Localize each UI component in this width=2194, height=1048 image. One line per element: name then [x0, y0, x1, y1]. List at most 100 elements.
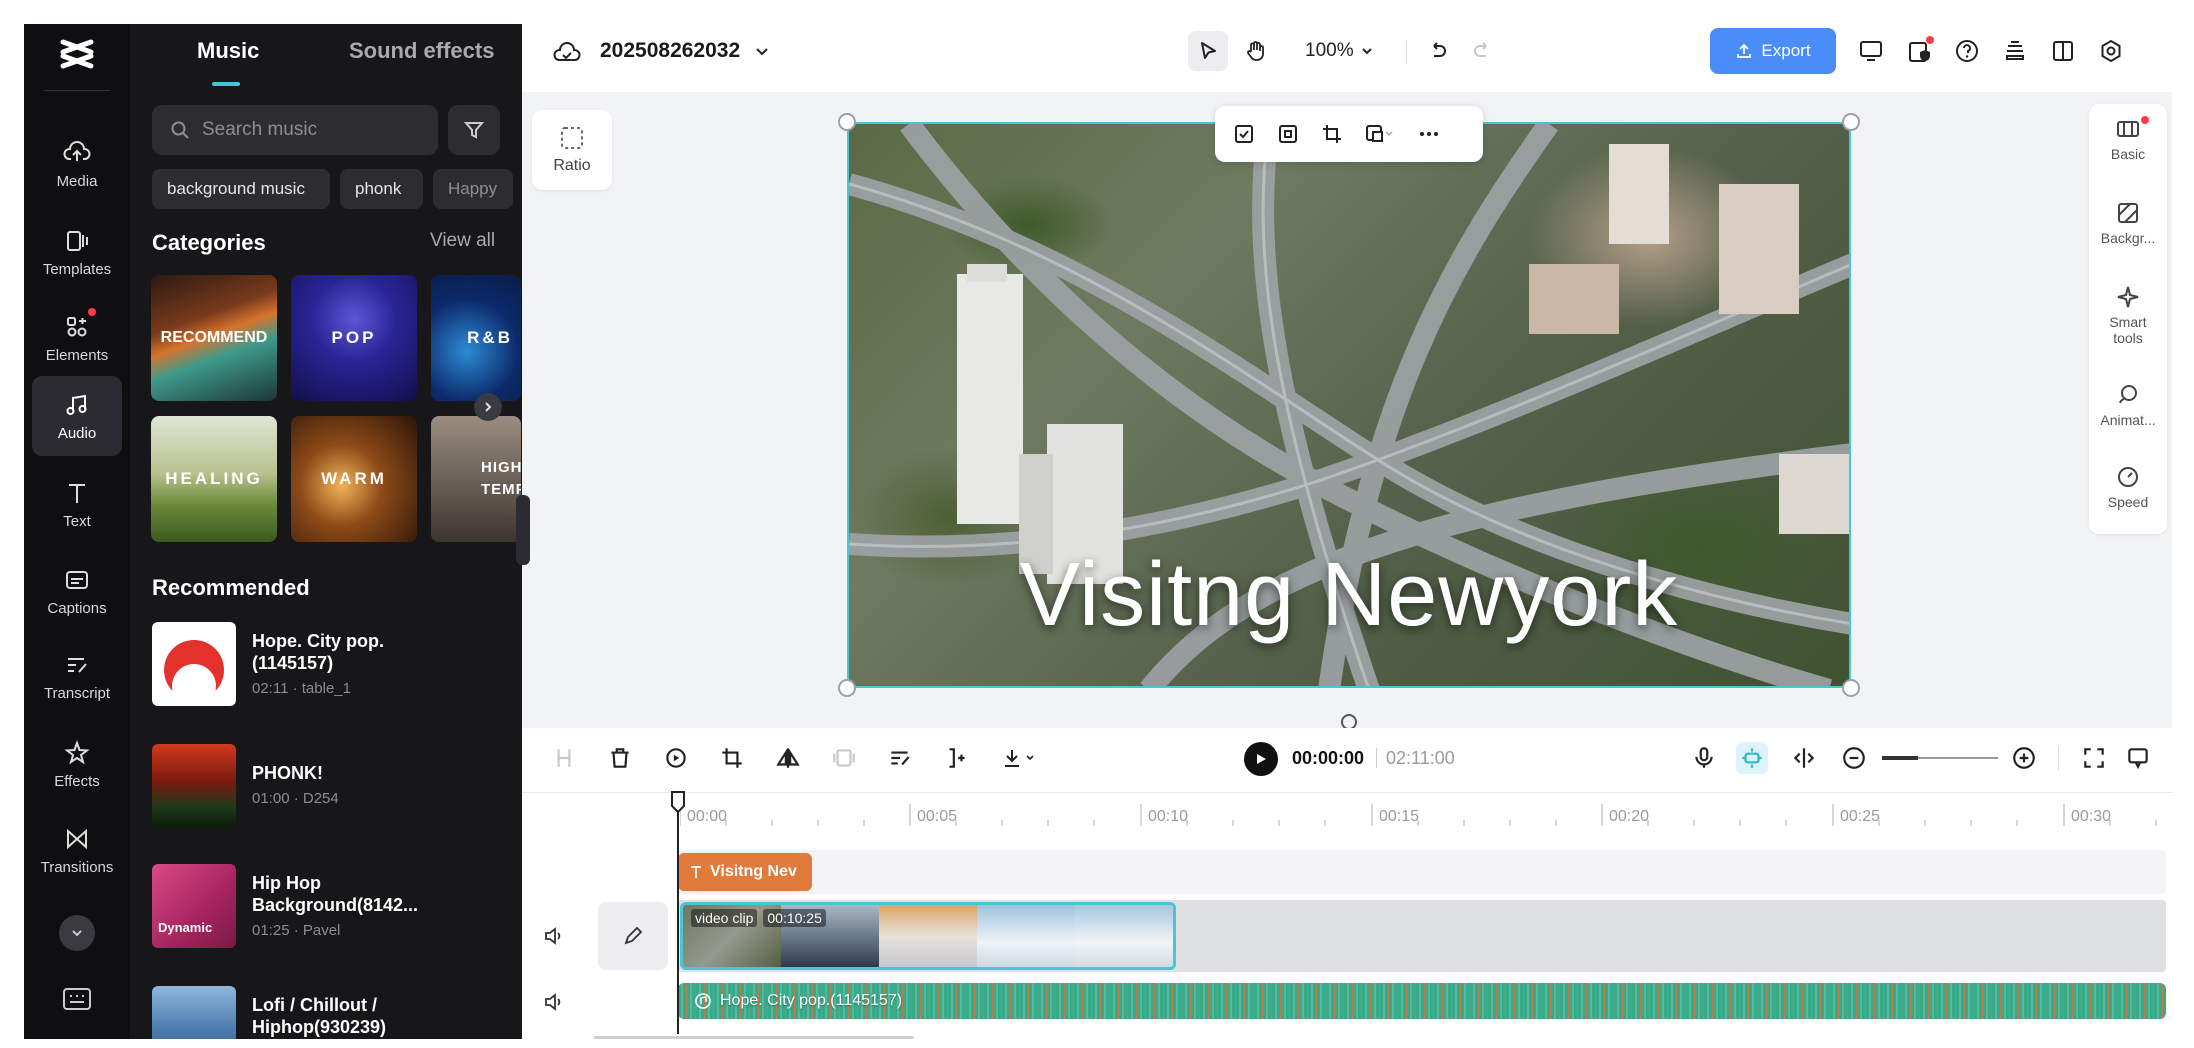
download-tool[interactable]: [996, 742, 1044, 774]
property-label: Backgr...: [2100, 230, 2156, 246]
volume-icon: [545, 993, 561, 1011]
property-animation[interactable]: Animat...: [2089, 382, 2167, 452]
crop-tool[interactable]: [716, 742, 748, 774]
fit-timeline-button[interactable]: [2078, 742, 2110, 774]
microphone-button[interactable]: [1688, 742, 1720, 774]
zoom-out-button[interactable]: [1838, 742, 1870, 774]
replace-icon[interactable]: [1359, 117, 1399, 151]
effects-icon: [64, 739, 90, 764]
panel-collapse-handle[interactable]: [516, 495, 530, 565]
transcript-tool[interactable]: [884, 742, 916, 774]
resize-handle[interactable]: [838, 679, 856, 697]
audio-clip[interactable]: Hope. City pop.(1145157): [678, 983, 2166, 1019]
property-smart-tools[interactable]: Smart tools: [2089, 284, 2167, 368]
more-options-icon[interactable]: [1409, 117, 1449, 151]
zoom-in-button[interactable]: [2008, 742, 2040, 774]
project-name-text: 202508262032: [600, 39, 741, 62]
elements-icon: [67, 316, 87, 336]
song-item[interactable]: PHONK! 01:00 · D254: [152, 744, 512, 834]
animation-icon: [2119, 385, 2137, 404]
rail-item-text[interactable]: Text: [32, 464, 122, 544]
property-speed[interactable]: Speed: [2089, 464, 2167, 534]
search-input[interactable]: Search music: [152, 105, 438, 155]
category-pop[interactable]: POP: [291, 275, 417, 401]
chip-happy[interactable]: Happy: [433, 169, 513, 209]
replay-tool[interactable]: [660, 742, 692, 774]
video-title-overlay[interactable]: Visitng Newyork: [849, 544, 1849, 647]
split-panel-icon[interactable]: [2046, 34, 2080, 68]
resize-handle[interactable]: [1842, 679, 1860, 697]
export-button[interactable]: Export: [1710, 28, 1836, 74]
layers-icon[interactable]: [1998, 34, 2032, 68]
chip-background-music[interactable]: background music: [152, 169, 330, 209]
settings-icon[interactable]: [2094, 34, 2128, 68]
song-item[interactable]: Hope. City pop.(1145157) 02:11 · table_1: [152, 622, 512, 712]
category-recommend[interactable]: RECOMMEND: [151, 275, 277, 401]
ratio-button[interactable]: Ratio: [532, 110, 612, 190]
freeze-tool[interactable]: [828, 742, 860, 774]
flip-tool[interactable]: [772, 742, 804, 774]
logo-icon[interactable]: [59, 38, 95, 70]
rail-item-templates[interactable]: Templates: [32, 212, 122, 292]
fit-icon[interactable]: [1271, 117, 1305, 151]
shield-icon[interactable]: [1902, 34, 1936, 68]
select-tool-button[interactable]: [1188, 31, 1228, 71]
category-healing[interactable]: HEALING: [151, 416, 277, 542]
trim-tool[interactable]: [940, 742, 972, 774]
song-item[interactable]: Dynamic Hip Hop Background(8142... 01:25…: [152, 864, 512, 954]
property-background[interactable]: Backgr...: [2089, 200, 2167, 270]
transitions-icon: [67, 828, 87, 849]
zoom-dropdown[interactable]: 100%: [1305, 40, 1374, 62]
video-clip[interactable]: video clip 00:10:25: [680, 902, 1176, 970]
filter-button[interactable]: [448, 105, 500, 155]
project-name[interactable]: 202508262032: [600, 39, 770, 63]
chip-phonk[interactable]: phonk: [340, 169, 423, 209]
rotate-handle[interactable]: [1339, 712, 1359, 728]
song-item[interactable]: Lofi / Chillout / Hiphop(930239): [152, 986, 512, 1039]
audio-track-volume-button[interactable]: [542, 990, 566, 1014]
zoom-slider-fill: [1882, 756, 1918, 760]
view-all-link[interactable]: View all: [430, 230, 495, 252]
tab-sound-effects[interactable]: Sound effects: [349, 38, 494, 64]
split-tool[interactable]: [548, 742, 580, 774]
tab-music[interactable]: Music: [197, 38, 259, 64]
rail-item-transcript[interactable]: Transcript: [32, 636, 122, 716]
keyboard-shortcuts-button[interactable]: [61, 986, 93, 1012]
redo-button[interactable]: [1466, 34, 1500, 68]
more-chevron-button[interactable]: [59, 915, 95, 951]
categories-heading: Categories: [152, 230, 266, 255]
category-warm[interactable]: WARM: [291, 416, 417, 542]
help-icon[interactable]: [1950, 34, 1984, 68]
split-screen-button[interactable]: [1788, 742, 1820, 774]
resize-handle[interactable]: [1842, 113, 1860, 131]
carousel-next-button[interactable]: [474, 393, 502, 421]
resize-handle[interactable]: [838, 113, 856, 131]
undo-button[interactable]: [1420, 34, 1454, 68]
timeline-scrollbar[interactable]: [594, 1036, 914, 1039]
cover-edit-button[interactable]: [598, 902, 668, 970]
rail-item-audio[interactable]: Audio: [32, 376, 122, 456]
rail-item-transitions[interactable]: Transitions: [32, 810, 122, 890]
category-rnb[interactable]: R&B: [431, 275, 521, 401]
hand-tool-button[interactable]: [1236, 31, 1276, 71]
playhead[interactable]: [669, 790, 687, 814]
timeline-divider: [522, 792, 2172, 793]
rail-item-elements[interactable]: Elements: [32, 298, 122, 378]
video-track-volume-button[interactable]: [542, 924, 566, 948]
present-icon[interactable]: [1854, 34, 1888, 68]
cloud-sync-icon[interactable]: [552, 38, 582, 68]
play-button[interactable]: [1244, 742, 1278, 776]
magnet-button[interactable]: [1736, 742, 1768, 774]
download-icon: [1005, 750, 1034, 767]
delete-tool[interactable]: [604, 742, 636, 774]
rail-item-media[interactable]: Media: [32, 124, 122, 204]
comment-button[interactable]: [2122, 742, 2154, 774]
crop-icon[interactable]: [1315, 117, 1349, 151]
video-preview[interactable]: Visitng Newyork: [847, 122, 1851, 688]
rail-item-effects[interactable]: Effects: [32, 724, 122, 804]
rail-item-captions[interactable]: Captions: [32, 551, 122, 631]
smart-edit-icon[interactable]: [1227, 117, 1261, 151]
category-high-tempo[interactable]: HIGH TEMPO: [431, 416, 521, 542]
property-basic[interactable]: Basic: [2089, 116, 2167, 186]
text-clip[interactable]: Visitng Nev: [678, 853, 812, 891]
